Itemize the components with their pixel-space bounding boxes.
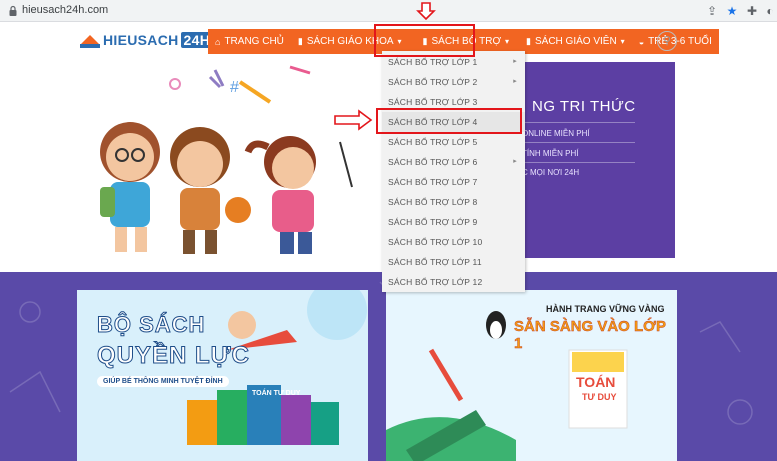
nav-sach-giao-vien[interactable]: ▮ SÁCH GIÁO VIÊN ▾ bbox=[519, 29, 632, 54]
home-icon: ⌂ bbox=[215, 36, 221, 47]
bowl-icon: ◒ bbox=[638, 36, 645, 47]
book-icon: ▮ bbox=[526, 36, 531, 46]
search-button[interactable]: ⚲ bbox=[657, 31, 677, 51]
dropdown-item-label: SÁCH BỔ TRỢ LỚP 1 bbox=[388, 57, 478, 67]
dropdown-item-label: SÁCH BỔ TRỢ LỚP 8 bbox=[388, 197, 478, 207]
chevron-right-icon: ▸ bbox=[513, 58, 517, 65]
banner-art bbox=[386, 311, 628, 461]
banner-bo-sach-quyen-luc[interactable]: BỘ SÁCH QUYỀN LỰC GIÚP BÉ THÔNG MINH TUY… bbox=[77, 290, 368, 461]
kids-illustration: # bbox=[100, 65, 353, 254]
dropdown-item-label: SÁCH BỔ TRỢ LỚP 12 bbox=[388, 277, 483, 287]
divider bbox=[517, 162, 635, 163]
lock-icon bbox=[9, 5, 17, 16]
dropdown-item-lop-2[interactable]: SÁCH BỔ TRỢ LỚP 2 ▸ bbox=[382, 72, 525, 92]
hero-line: TÍNH MIỄN PHÍ bbox=[522, 149, 579, 158]
dropdown-item-lop-6[interactable]: SÁCH BỔ TRỢ LỚP 6 ▸ bbox=[382, 152, 525, 172]
nav-home[interactable]: ⌂ TRANG CHỦ bbox=[208, 29, 291, 54]
highlight-nav-sach-bo-tro bbox=[374, 24, 475, 57]
arrow-down-annotation-icon bbox=[416, 2, 436, 21]
banner-line-2: SẴN SÀNG VÀO LỚP 1 bbox=[514, 318, 666, 352]
dropdown-item-label: SÁCH BỔ TRỢ LỚP 10 bbox=[388, 237, 483, 247]
book-title-2: TƯ DUY bbox=[582, 392, 617, 402]
dropdown-item-lop-12[interactable]: SÁCH BỔ TRỢ LỚP 12 bbox=[382, 272, 525, 292]
banner-subtitle: GIÚP BÉ THÔNG MINH TUYỆT ĐỈNH bbox=[97, 376, 229, 387]
banner-title-1: BỘ SÁCH bbox=[96, 312, 206, 338]
dropdown-item-label: SÁCH BỔ TRỢ LỚP 7 bbox=[388, 177, 478, 187]
chevron-right-icon: ▸ bbox=[513, 158, 517, 165]
dropdown-item-lop-10[interactable]: SÁCH BỔ TRỢ LỚP 10 bbox=[382, 232, 525, 252]
dropdown-item-lop-9[interactable]: SÁCH BỔ TRỢ LỚP 9 bbox=[382, 212, 525, 232]
dropdown-item-lop-7[interactable]: SÁCH BỔ TRỢ LỚP 7 bbox=[382, 172, 525, 192]
hero-title: NG TRI THỨC bbox=[532, 98, 636, 115]
chevron-down-icon: ▾ bbox=[505, 37, 510, 46]
extension-icon[interactable]: ✚ bbox=[744, 3, 760, 19]
banner-line-1: HÀNH TRANG VỮNG VÀNG bbox=[546, 304, 665, 314]
dropdown-item-lop-8[interactable]: SÁCH BỔ TRỢ LỚP 8 bbox=[382, 192, 525, 212]
arrow-right-annotation-icon bbox=[334, 109, 373, 131]
logo-text: HIEUSACH bbox=[103, 32, 179, 48]
divider bbox=[517, 142, 635, 143]
book-title-1: TOÁN bbox=[576, 374, 616, 390]
book-cover-text: TOÁN TƯ DUY bbox=[252, 390, 301, 397]
hero-line: ONLINE MIỄN PHÍ bbox=[522, 129, 590, 138]
dropdown-item-label: SÁCH BỔ TRỢ LỚP 11 bbox=[388, 257, 482, 267]
svg-text:#: # bbox=[230, 79, 239, 96]
share-icon[interactable]: ⇪ bbox=[704, 3, 720, 19]
dropdown-item-lop-5[interactable]: SÁCH BỔ TRỢ LỚP 5 bbox=[382, 132, 525, 152]
search-icon: ⚲ bbox=[662, 35, 672, 47]
browser-address-bar[interactable]: hieusach24h.com ⇪ ★ ✚ ◐ bbox=[0, 0, 777, 22]
dropdown-item-label: SÁCH BỔ TRỢ LỚP 3 bbox=[388, 97, 478, 107]
banner-title-2: QUYỀN LỰC bbox=[97, 342, 250, 370]
book-icon: ▮ bbox=[297, 36, 303, 46]
url-text[interactable]: hieusach24h.com bbox=[22, 4, 108, 16]
dropdown-item-label: SÁCH BỔ TRỢ LỚP 9 bbox=[388, 217, 478, 227]
divider bbox=[517, 122, 635, 123]
dropdown-item-label: SÁCH BỔ TRỢ LỚP 6 bbox=[388, 157, 478, 167]
book-logo-icon bbox=[80, 35, 100, 48]
banner-san-sang-vao-lop-1[interactable]: HÀNH TRANG VỮNG VÀNG SẴN SÀNG VÀO LỚP 1 … bbox=[386, 290, 677, 461]
dropdown-item-lop-11[interactable]: SÁCH BỔ TRỢ LỚP 11 bbox=[382, 252, 525, 272]
star-icon[interactable]: ★ bbox=[724, 3, 740, 19]
chevron-down-icon: ▾ bbox=[620, 37, 625, 46]
dropdown-item-label: SÁCH BỔ TRỢ LỚP 2 bbox=[388, 77, 478, 87]
hero-line: C MỌI NƠI 24H bbox=[522, 168, 580, 177]
profile-icon[interactable]: ◐ bbox=[762, 3, 777, 19]
site-logo[interactable]: HIEUSACH 24H bbox=[78, 30, 214, 52]
highlight-dropdown-lop-4 bbox=[376, 108, 522, 134]
chevron-right-icon: ▸ bbox=[513, 78, 517, 85]
dropdown-item-label: SÁCH BỔ TRỢ LỚP 5 bbox=[388, 137, 478, 147]
dropdown-sach-bo-tro: SÁCH BỔ TRỢ LỚP 1 ▸ SÁCH BỔ TRỢ LỚP 2 ▸ SÁCH… bbox=[382, 51, 525, 292]
